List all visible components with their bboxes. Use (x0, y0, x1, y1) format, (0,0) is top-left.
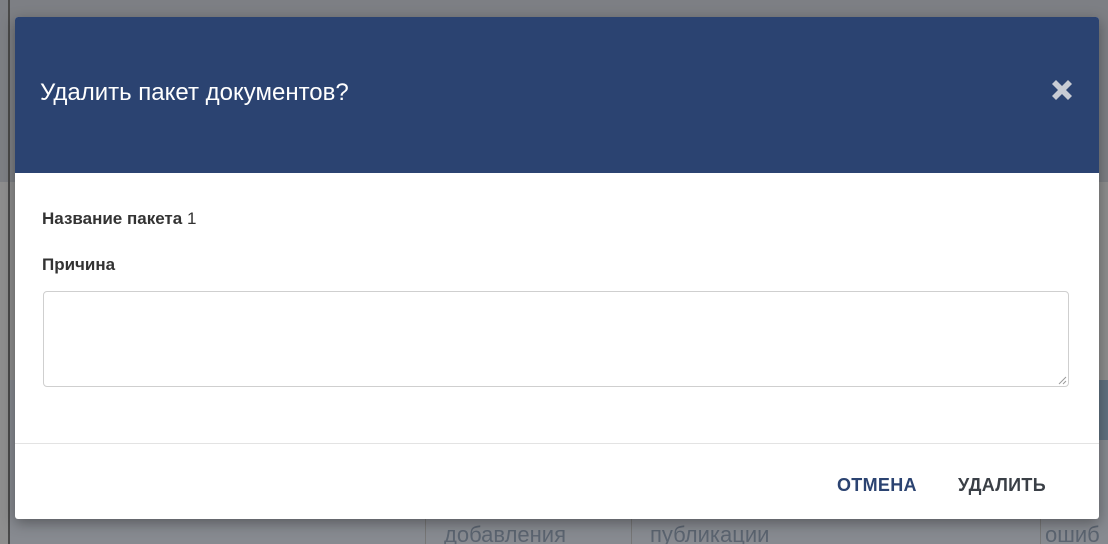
dialog-body: Название пакета 1 Причина (15, 173, 1099, 444)
reason-textarea[interactable] (43, 291, 1069, 387)
package-name-label: Название пакета (42, 209, 183, 228)
resize-grip-icon[interactable] (1057, 375, 1067, 385)
package-name-value: 1 (186, 209, 197, 228)
close-button[interactable] (1047, 75, 1077, 105)
delete-button[interactable]: УДАЛИТЬ (958, 475, 1046, 496)
package-name-row: Название пакета 1 (42, 209, 196, 229)
delete-package-dialog: Удалить пакет документов? Название пакет… (15, 17, 1099, 519)
dialog-header: Удалить пакет документов? (15, 17, 1099, 173)
close-icon (1052, 80, 1072, 100)
dialog-title: Удалить пакет документов? (40, 79, 349, 106)
cancel-button[interactable]: ОТМЕНА (837, 475, 917, 496)
dialog-footer: ОТМЕНА УДАЛИТЬ (15, 444, 1099, 519)
reason-label: Причина (42, 255, 116, 274)
